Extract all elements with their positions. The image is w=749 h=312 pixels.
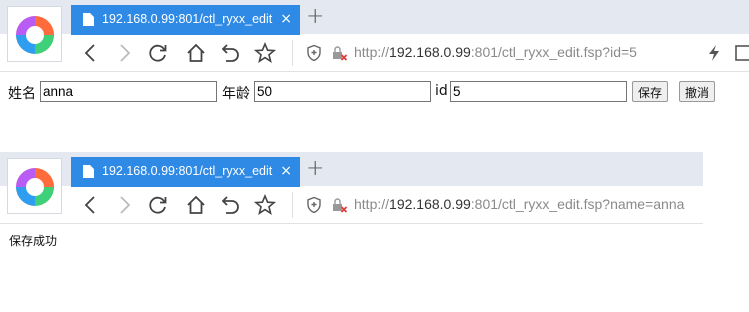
browser-logo-icon (7, 6, 62, 62)
lightning-icon[interactable] (707, 44, 721, 62)
shield-icon[interactable] (305, 196, 323, 214)
browser-window-result: 192.168.0.99:801/ctl_ryxx_edit × + http:… (0, 152, 703, 224)
insecure-lock-icon[interactable] (330, 44, 348, 62)
address-bar[interactable]: http://192.168.0.99:801/ctl_ryxx_edit.fs… (354, 44, 637, 60)
bookmark-star-button[interactable] (253, 41, 277, 64)
document-icon (83, 165, 94, 178)
url-host: 192.168.0.99 (389, 44, 471, 60)
close-tab-icon[interactable]: × (280, 163, 292, 179)
document-icon (83, 13, 94, 26)
cancel-button[interactable]: 撤消 (679, 81, 716, 102)
forward-button[interactable] (113, 194, 135, 216)
menu-icon[interactable] (734, 44, 749, 62)
tab-active[interactable]: 192.168.0.99:801/ctl_ryxx_edit × (71, 157, 300, 187)
url-scheme: http:// (354, 44, 390, 60)
undo-close-tab-button[interactable] (220, 194, 242, 216)
tab-active[interactable]: 192.168.0.99:801/ctl_ryxx_edit × (71, 5, 300, 35)
insecure-lock-icon[interactable] (330, 196, 348, 214)
home-button[interactable] (185, 194, 207, 216)
toolbar: http://192.168.0.99:801/ctl_ryxx_edit.fs… (0, 34, 749, 72)
undo-close-tab-button[interactable] (220, 42, 242, 64)
browser-logo-icon (7, 158, 62, 214)
bookmark-star-button[interactable] (253, 193, 277, 216)
id-input[interactable] (450, 81, 627, 102)
url-host: 192.168.0.99 (389, 196, 471, 212)
save-success-message: 保存成功 (9, 234, 58, 248)
close-tab-icon[interactable]: × (280, 11, 292, 27)
forward-button[interactable] (113, 42, 135, 64)
back-button[interactable] (80, 42, 102, 64)
url-path: :801/ctl_ryxx_edit.fsp?name=anna (470, 196, 685, 212)
address-bar[interactable]: http://192.168.0.99:801/ctl_ryxx_edit.fs… (354, 196, 699, 212)
new-tab-button[interactable]: + (306, 6, 324, 28)
edit-form: 姓名 年龄 id 保存 撤消 (8, 81, 748, 103)
browser-window-edit: 192.168.0.99:801/ctl_ryxx_edit × + http:… (0, 0, 749, 74)
url-scheme: http:// (354, 196, 390, 212)
toolbar-divider (292, 192, 293, 218)
home-button[interactable] (185, 42, 207, 64)
name-input[interactable] (40, 81, 217, 102)
name-label: 姓名 (8, 86, 36, 102)
toolbar-divider (292, 40, 293, 66)
back-button[interactable] (80, 194, 102, 216)
age-input[interactable] (254, 81, 431, 102)
save-button[interactable]: 保存 (632, 81, 669, 102)
id-label: id (435, 83, 448, 99)
toolbar: http://192.168.0.99:801/ctl_ryxx_edit.fs… (0, 186, 703, 224)
new-tab-button[interactable]: + (306, 158, 324, 180)
shield-icon[interactable] (305, 44, 323, 62)
tab-title: 192.168.0.99:801/ctl_ryxx_edit (102, 12, 273, 26)
tab-title: 192.168.0.99:801/ctl_ryxx_edit (102, 164, 273, 178)
reload-button[interactable] (147, 42, 169, 64)
reload-button[interactable] (147, 194, 169, 216)
age-label: 年龄 (222, 86, 250, 102)
url-path: :801/ctl_ryxx_edit.fsp?id=5 (470, 44, 637, 60)
